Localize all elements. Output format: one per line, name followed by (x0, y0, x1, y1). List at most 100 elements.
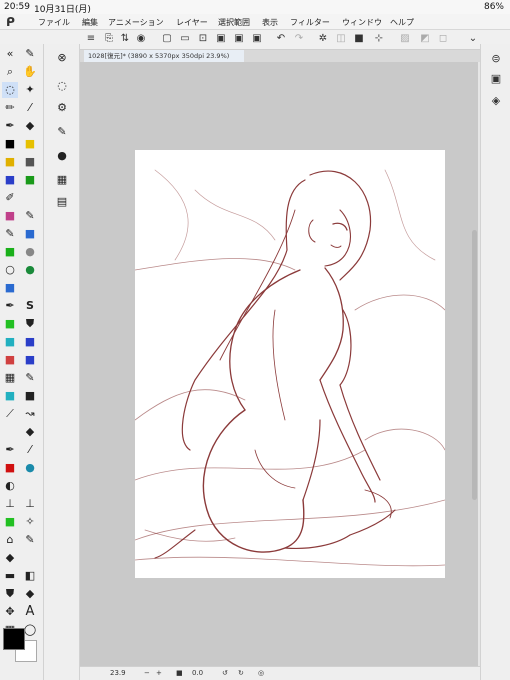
menu-file[interactable]: ファイル (38, 17, 70, 28)
marker-yellow-icon[interactable]: ■ (2, 154, 18, 170)
menu-help[interactable]: ヘルプ (390, 17, 414, 28)
texture-green-icon[interactable]: ● (22, 262, 38, 278)
fill-shape-icon[interactable]: ◆ (22, 586, 38, 602)
save-icon[interactable]: ⊡ (196, 32, 210, 46)
materials-icon[interactable]: ▣ (489, 72, 503, 86)
pen-icon[interactable]: ✎ (22, 46, 38, 62)
menu-layer[interactable]: レイヤー (176, 17, 208, 28)
eyedropper-icon[interactable]: ⁄ (22, 100, 38, 116)
menu-view[interactable]: 表示 (262, 17, 278, 28)
export-png-icon[interactable]: ▣ (232, 32, 246, 46)
brush-icon[interactable]: ✒ (2, 118, 18, 134)
layer-props-icon[interactable]: ⊜ (489, 52, 503, 66)
fill-icon[interactable]: ■ (352, 32, 366, 46)
menu-animation[interactable]: アニメーション (108, 17, 164, 28)
redo-icon[interactable]: ↷ (292, 32, 306, 46)
new-canvas-icon[interactable]: ⎘ (102, 32, 116, 46)
sort-icon[interactable]: ⇅ (118, 32, 132, 46)
app-logo-icon[interactable]: ᑭ (6, 15, 20, 29)
grid-icon[interactable]: ▦ (2, 370, 18, 386)
transform-icon[interactable]: ⊹ (372, 32, 386, 46)
document-tab[interactable]: 1028[復元]* (3890 x 5370px 350dpi 23.9%) (84, 50, 244, 62)
collapse-icon[interactable]: « (2, 46, 18, 62)
pen-tip-icon[interactable]: ✒ (2, 442, 18, 458)
layers-icon[interactable]: ◈ (489, 94, 503, 108)
clear-icon[interactable]: ◫ (334, 32, 348, 46)
rotate-right-icon[interactable]: ↻ (238, 669, 244, 677)
paint-lime-icon[interactable]: ■ (2, 514, 18, 530)
gradient-box-icon[interactable]: ◧ (22, 568, 38, 584)
fill-cyan-icon[interactable]: ■ (2, 334, 18, 350)
bucket-icon[interactable]: ⛊ (22, 316, 38, 332)
sub-settings-icon[interactable]: ⚙ (54, 100, 70, 116)
chevron-down-icon[interactable]: ⌄ (466, 32, 480, 46)
fill-blue-icon[interactable]: ■ (22, 334, 38, 350)
hand-icon[interactable]: ✋ (22, 64, 38, 80)
pen-black-icon[interactable]: ■ (2, 136, 18, 152)
stamp-alt-icon[interactable]: ⊥ (22, 496, 38, 512)
invert-selection-icon[interactable]: ◩ (418, 32, 432, 46)
curve-icon[interactable]: ↝ (22, 406, 38, 422)
zoom-icon[interactable]: ⌕ (2, 64, 18, 80)
lasso-icon[interactable]: ◌ (2, 82, 18, 98)
pen-blue-icon[interactable]: ■ (2, 172, 18, 188)
menu-edit[interactable]: 編集 (82, 17, 98, 28)
magic-wand-icon[interactable]: ✦ (22, 82, 38, 98)
gradient-blue-icon[interactable]: ■ (2, 280, 18, 296)
fill-bucket-icon[interactable]: ⛊ (2, 586, 18, 602)
undo-icon[interactable]: ↶ (274, 32, 288, 46)
circle-icon[interactable]: ○ (2, 262, 18, 278)
stamp-icon[interactable]: ⊥ (2, 496, 18, 512)
drops-icon[interactable]: ● (22, 460, 38, 476)
paint-green-icon[interactable]: ■ (2, 244, 18, 260)
selection-fill-icon[interactable]: ◻ (436, 32, 450, 46)
blend-icon[interactable]: ● (22, 244, 38, 260)
gradient-icon[interactable]: ▬ (2, 568, 18, 584)
eraser-icon[interactable]: ◆ (22, 118, 38, 134)
pen-end-icon[interactable]: ✎ (22, 532, 38, 548)
blur-icon[interactable]: ◐ (2, 478, 18, 494)
zoom-in-icon[interactable]: + (156, 669, 162, 677)
rotate-left-icon[interactable]: ↺ (222, 669, 228, 677)
app-badge-icon[interactable]: ◉ (134, 32, 148, 46)
line-icon[interactable]: ⟋ (2, 406, 18, 422)
main-color-swatch[interactable] (3, 628, 25, 650)
watercolor-pink-icon[interactable]: ■ (2, 208, 18, 224)
fill-navy-icon[interactable]: ■ (22, 352, 38, 368)
new-file-icon[interactable]: ▢ (160, 32, 174, 46)
liquify-icon[interactable]: ✧ (22, 514, 38, 530)
export-psd-icon[interactable]: ▣ (250, 32, 264, 46)
menu-selection[interactable]: 選択範囲 (218, 17, 250, 28)
pen-small-icon[interactable]: ✎ (22, 370, 38, 386)
zoom-out-icon[interactable]: − (144, 669, 150, 677)
marker-gray-icon[interactable]: ■ (22, 154, 38, 170)
reset-rotation-icon[interactable]: ◎ (258, 669, 264, 677)
sub-grid-icon[interactable]: ▦ (54, 172, 70, 188)
menu-window[interactable]: ウィンドウ (342, 17, 382, 28)
home-icon[interactable]: ⌂ (2, 532, 18, 548)
sub-lasso-icon[interactable]: ◌ (54, 78, 70, 94)
text-tool-icon[interactable]: A (22, 604, 38, 620)
select-cyan-icon[interactable]: ■ (2, 388, 18, 404)
ink-blue-icon[interactable]: ■ (22, 226, 38, 242)
pen-yellow-icon[interactable]: ■ (22, 136, 38, 152)
hamburger-icon[interactable]: ≡ (84, 32, 98, 46)
move-icon[interactable]: ✥ (2, 604, 18, 620)
navigator-icon[interactable]: ⊗ (54, 50, 70, 66)
eraser-small-icon[interactable]: ◆ (22, 424, 38, 440)
eraser-end-icon[interactable]: ◆ (2, 550, 18, 566)
airbrush-icon[interactable]: ✐ (2, 190, 18, 206)
select-black-icon[interactable]: ■ (22, 388, 38, 404)
sub-drops-icon[interactable]: ● (54, 148, 70, 164)
pen-tilt-icon[interactable]: ✒ (2, 298, 18, 314)
pen-alt-icon[interactable]: ✎ (22, 208, 38, 224)
sub-pen-icon[interactable]: ✎ (54, 124, 70, 140)
text-s-icon[interactable]: S (22, 298, 38, 314)
sub-film-icon[interactable]: ▤ (54, 194, 70, 210)
ink-icon[interactable]: ✎ (2, 226, 18, 242)
deselect-icon[interactable]: ▨ (398, 32, 412, 46)
dropper-icon[interactable]: ⁄ (22, 442, 38, 458)
drawing-paper[interactable] (134, 150, 446, 578)
open-folder-icon[interactable]: ▭ (178, 32, 192, 46)
vertical-scrollbar[interactable] (472, 230, 477, 500)
